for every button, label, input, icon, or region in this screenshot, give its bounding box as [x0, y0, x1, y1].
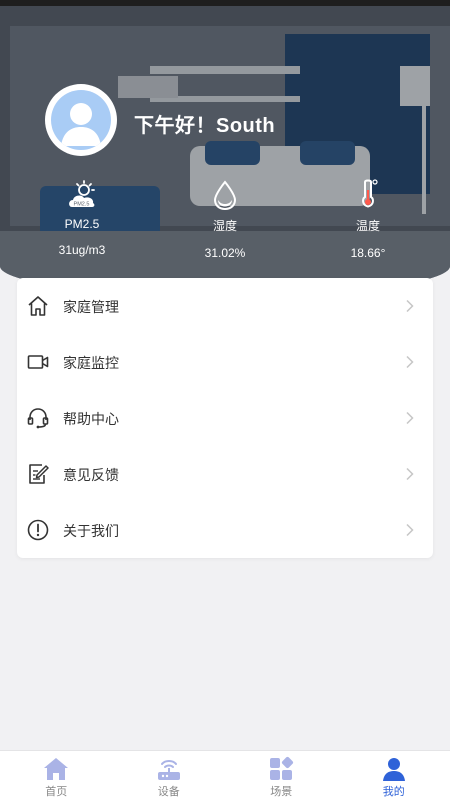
thermometer-icon: [362, 179, 378, 208]
scenes-grid-icon: [270, 756, 294, 780]
stat-pm25: PM2.5 PM2.5 31ug/m3: [37, 174, 127, 257]
menu-item-label: 帮助中心: [63, 412, 119, 428]
tab-label: 设备: [157, 785, 180, 798]
water-drop-icon: [213, 180, 237, 210]
stat-value: 18.66°: [350, 246, 386, 260]
home-icon: [28, 296, 48, 316]
cloud-sun-icon: PM2.5: [69, 180, 95, 208]
tab-label: 我的: [382, 785, 405, 798]
stat-value: 31.02%: [204, 246, 246, 260]
menu-item-label: 关于我们: [63, 524, 119, 540]
stat-label: PM2.5: [64, 217, 100, 231]
menu-item-label: 家庭管理: [63, 300, 119, 316]
feedback-edit-icon: [29, 464, 49, 484]
stat-humidity: 湿度 31.02%: [180, 174, 270, 260]
menu-item-home-management[interactable]: 家庭管理: [17, 278, 433, 334]
tab-mine[interactable]: 我的: [338, 751, 450, 800]
greeting-text: 下午好！South: [134, 115, 276, 137]
router-icon: [157, 760, 180, 780]
info-circle-icon: [27, 519, 49, 541]
menu-item-help-center[interactable]: 帮助中心: [17, 390, 433, 446]
avatar[interactable]: [45, 84, 117, 156]
profile-header: 下午好！South PM2.5 PM2.5 31ug/m3 湿度 31.02% …: [0, 6, 450, 296]
pm-badge-text: PM2.5: [74, 202, 90, 208]
home-tab-icon: [44, 758, 69, 780]
menu-item-about-us[interactable]: 关于我们: [17, 502, 433, 558]
menu-item-home-monitoring[interactable]: 家庭监控: [17, 334, 433, 390]
tab-scenes[interactable]: 场景: [225, 751, 338, 800]
stat-label: 湿度: [212, 219, 237, 233]
video-camera-icon: [27, 355, 49, 369]
menu-item-feedback[interactable]: 意见反馈: [17, 446, 433, 502]
user-silhouette-icon: [61, 103, 101, 146]
chevron-right-icon: [406, 411, 414, 425]
menu-item-label: 意见反馈: [63, 468, 119, 484]
tab-devices[interactable]: 设备: [113, 751, 226, 800]
headset-icon: [27, 408, 49, 429]
stat-value: 31ug/m3: [58, 243, 106, 257]
chevron-right-icon: [406, 523, 414, 537]
tab-label: 首页: [45, 785, 68, 798]
stat-temperature: 温度 18.66°: [323, 174, 413, 260]
chevron-right-icon: [406, 467, 414, 481]
menu-card: 家庭管理 家庭监控 帮助中心 意见反馈 关于我们: [17, 278, 433, 558]
chevron-right-icon: [406, 355, 414, 369]
stat-label: 温度: [355, 219, 380, 233]
tab-label: 场景: [270, 785, 293, 798]
menu-item-label: 家庭监控: [63, 356, 119, 372]
bottom-tab-bar: 首页 设备 场景 我的: [0, 750, 450, 800]
tab-home[interactable]: 首页: [0, 751, 113, 800]
chevron-right-icon: [406, 299, 414, 313]
user-icon: [382, 758, 405, 781]
